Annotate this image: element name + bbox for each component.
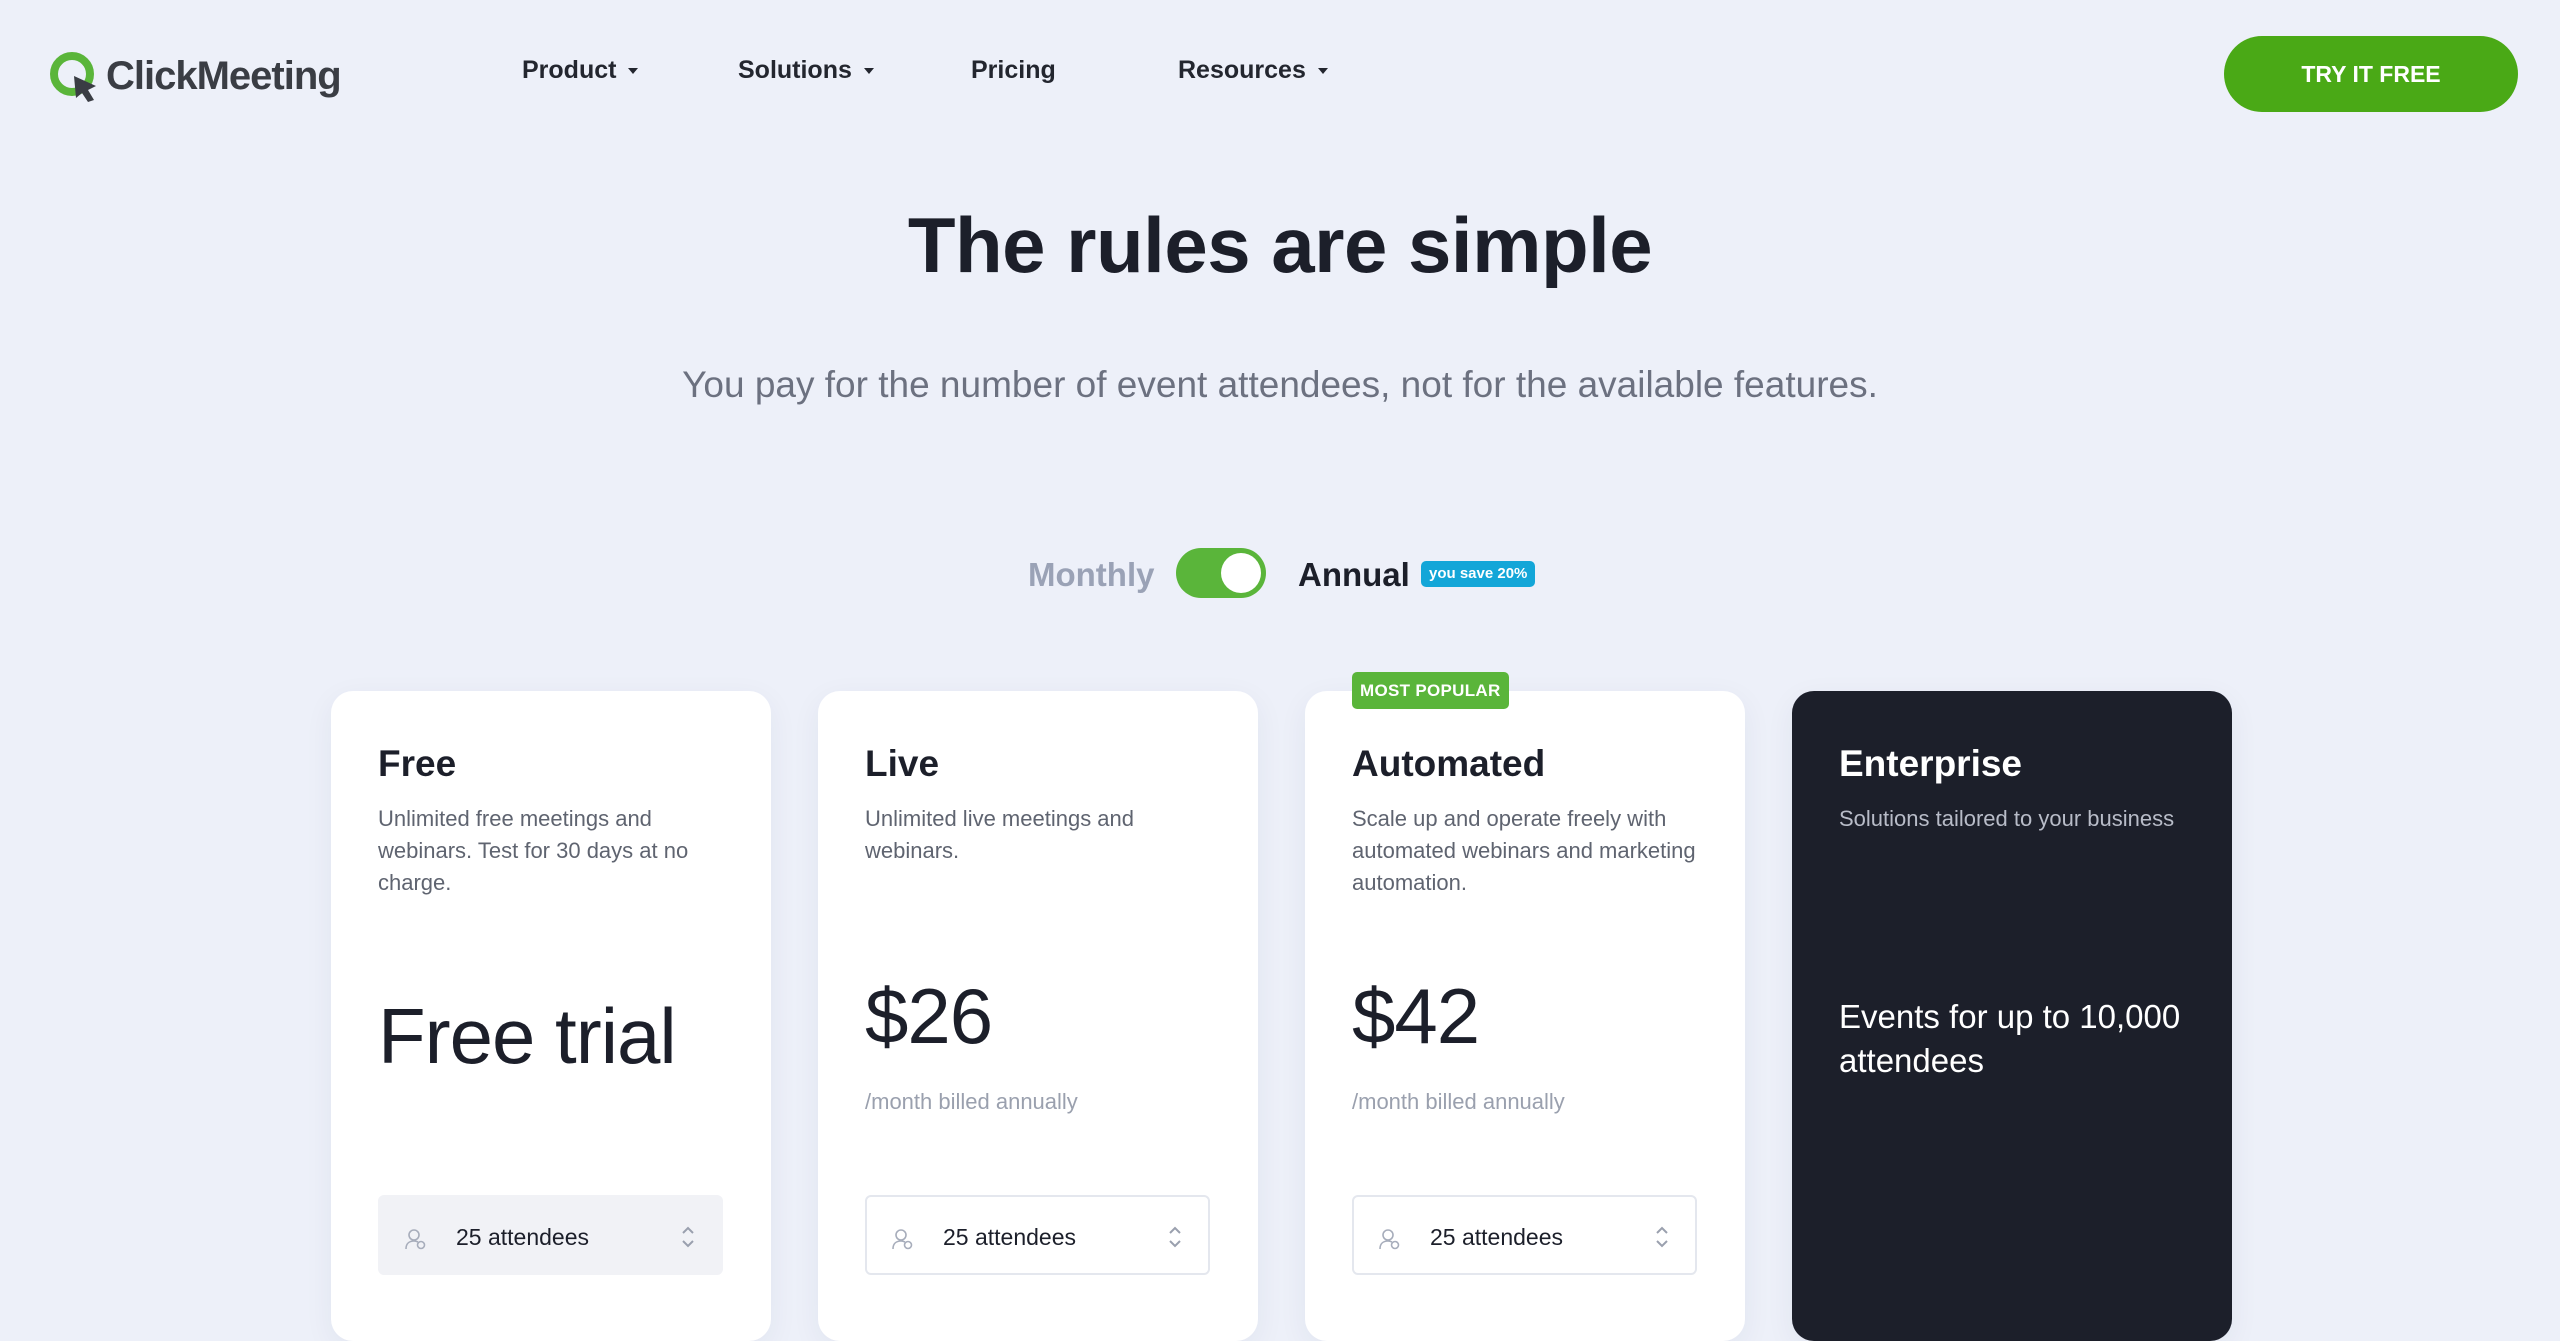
toggle-knob <box>1221 553 1261 593</box>
nav-product-label: Product <box>522 56 617 84</box>
plan-card-enterprise: Enterprise Solutions tailored to your bu… <box>1792 691 2232 1341</box>
clickmeeting-logo[interactable]: ClickMeeting <box>48 48 342 104</box>
plan-name: Enterprise <box>1839 743 2023 784</box>
plan-name: Free <box>378 743 457 784</box>
save-badge: you save 20% <box>1421 561 1536 587</box>
plan-description: Scale up and operate freely with automat… <box>1352 806 1696 895</box>
nav-product[interactable]: Product <box>522 56 639 85</box>
plan-price: Free trial <box>378 992 677 1080</box>
nav-solutions-label: Solutions <box>738 56 852 84</box>
nav-resources-label: Resources <box>1178 56 1306 84</box>
user-icon <box>1379 1229 1400 1250</box>
select-arrows-icon <box>682 1226 694 1248</box>
attendees-select[interactable]: 25 attendees <box>378 1195 723 1275</box>
plan-description: Solutions tailored to your business <box>1839 806 2175 831</box>
attendees-select[interactable]: 25 attendees <box>1352 1195 1697 1275</box>
plan-card-automated: Automated Scale up and operate freely wi… <box>1305 691 1745 1341</box>
plan-highlight: Events for up to 10,000 attendees <box>1839 998 2181 1079</box>
attendees-value: 25 attendees <box>943 1224 1077 1250</box>
caret-down-icon <box>628 67 639 74</box>
caret-down-icon <box>1317 67 1328 74</box>
user-icon <box>892 1229 913 1250</box>
select-arrows-icon <box>1169 1226 1181 1248</box>
nav-solutions[interactable]: Solutions <box>738 56 874 85</box>
attendees-select[interactable]: 25 attendees <box>865 1195 1210 1275</box>
plan-billing-period: /month billed annually <box>1352 1089 1565 1114</box>
billing-monthly-label[interactable]: Monthly <box>1028 556 1154 594</box>
plan-price: $26 <box>865 972 993 1060</box>
plan-price: $42 <box>1352 972 1480 1060</box>
nav-resources[interactable]: Resources <box>1178 56 1328 85</box>
plan-billing-period: /month billed annually <box>865 1089 1078 1114</box>
caret-down-icon <box>863 67 874 74</box>
page-subtitle: You pay for the number of event attendee… <box>682 364 1878 405</box>
nav-pricing[interactable]: Pricing <box>971 56 1056 85</box>
logo-text: ClickMeeting <box>106 53 342 98</box>
attendees-value: 25 attendees <box>456 1224 590 1250</box>
billing-annual-label[interactable]: Annual <box>1298 556 1410 594</box>
plan-name: Live <box>865 743 940 784</box>
select-arrows-icon <box>1656 1226 1668 1248</box>
plan-card-free: Free Unlimited free meetings and webinar… <box>331 691 771 1341</box>
plan-description: Unlimited live meetings and webinars. <box>865 806 1135 863</box>
site-header: ClickMeeting Product Solutions Pricing R… <box>0 0 2560 148</box>
plan-name: Automated <box>1352 743 1546 784</box>
plan-description: Unlimited free meetings and webinars. Te… <box>378 806 689 895</box>
billing-toggle[interactable] <box>1176 548 1266 598</box>
logo-mark-icon <box>50 52 96 102</box>
page-title: The rules are simple <box>907 201 1653 289</box>
try-it-free-button[interactable]: TRY IT FREE <box>2224 36 2518 112</box>
billing-period-switch: Monthly Annual you save 20% <box>0 548 2560 600</box>
plan-card-live: Live Unlimited live meetings and webinar… <box>818 691 1258 1341</box>
attendees-value: 25 attendees <box>1430 1224 1564 1250</box>
most-popular-badge: MOST POPULAR <box>1352 672 1509 709</box>
nav-pricing-label: Pricing <box>971 56 1056 84</box>
user-icon <box>405 1229 426 1250</box>
